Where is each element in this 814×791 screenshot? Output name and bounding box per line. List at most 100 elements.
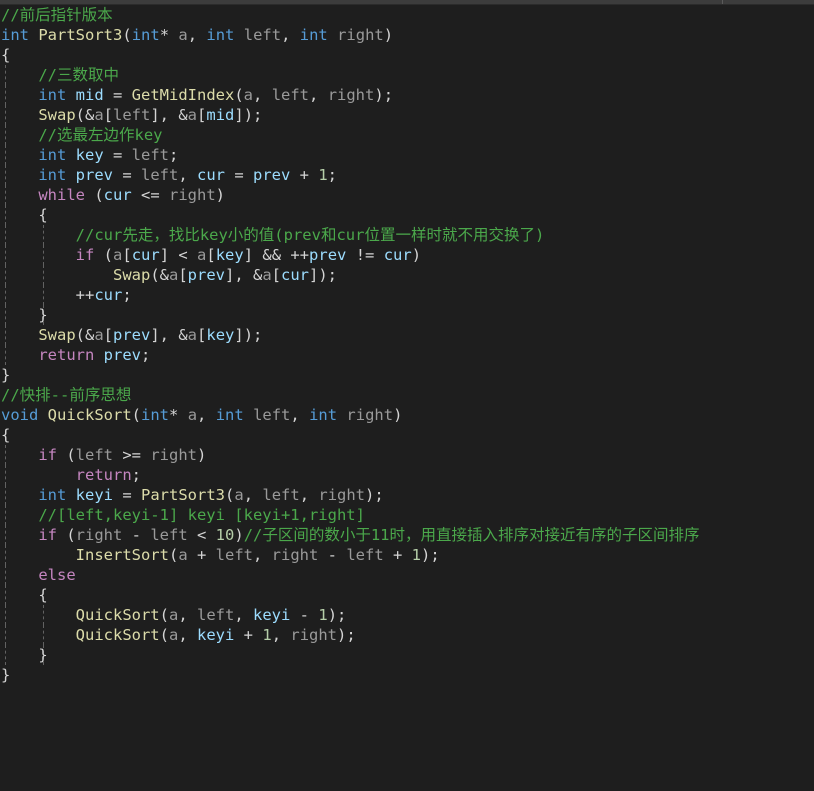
code-line[interactable]: //选最左边作key <box>0 125 814 145</box>
code-token-op <box>1 126 38 144</box>
code-token-op: } <box>1 666 11 684</box>
code-line[interactable]: return; <box>0 465 814 485</box>
code-line[interactable]: { <box>0 205 814 225</box>
code-line[interactable]: int keyi = PartSort3(a, left, right); <box>0 485 814 505</box>
code-line[interactable]: } <box>0 645 814 665</box>
code-token-pm: right <box>337 26 384 44</box>
code-token-op <box>1 226 76 244</box>
code-line[interactable]: Swap(&a[prev], &a[key]); <box>0 325 814 345</box>
code-line[interactable]: ++cur; <box>0 285 814 305</box>
code-line-text: ++cur; <box>0 285 132 305</box>
code-token-op: ]); <box>234 326 263 344</box>
code-line[interactable]: while (cur <= right) <box>0 185 814 205</box>
code-token-ctl: else <box>38 566 76 584</box>
code-line[interactable]: } <box>0 365 814 385</box>
code-token-fn: PartSort3 <box>38 26 123 44</box>
code-line[interactable]: Swap(&a[prev], &a[cur]); <box>0 265 814 285</box>
code-token-op: ], & <box>150 326 188 344</box>
code-token-pm: left <box>215 546 253 564</box>
code-token-op: , <box>178 606 198 624</box>
code-token-op: ( <box>159 626 169 644</box>
code-line-text: { <box>0 205 47 225</box>
code-token-k: int <box>309 406 338 424</box>
code-token-op: ); <box>337 626 356 644</box>
code-token-op <box>1 466 76 484</box>
code-line[interactable]: if (left >= right) <box>0 445 814 465</box>
code-line[interactable]: { <box>0 45 814 65</box>
code-token-fn: QuickSort <box>75 606 160 624</box>
code-line-text: } <box>0 365 10 385</box>
code-line[interactable]: } <box>0 305 814 325</box>
code-token-op: , <box>299 486 319 504</box>
code-token-op <box>1 166 38 184</box>
code-token-var: prev <box>75 166 113 184</box>
code-token-op: } <box>1 366 11 384</box>
code-token-op: = <box>113 486 141 504</box>
code-line[interactable]: { <box>0 585 814 605</box>
code-line[interactable]: int prev = left, cur = prev + 1; <box>0 165 814 185</box>
code-line[interactable]: Swap(&a[left], &a[mid]); <box>0 105 814 125</box>
code-token-op <box>1 606 76 624</box>
code-token-op: = <box>103 86 132 104</box>
code-token-op: [ <box>197 326 207 344</box>
code-token-fn: GetMidIndex <box>131 86 235 104</box>
code-token-fn: InsertSort <box>75 546 169 564</box>
code-line[interactable]: QuickSort(a, keyi + 1, right); <box>0 625 814 645</box>
code-line[interactable]: { <box>0 425 814 445</box>
code-content-area[interactable]: //前后指针版本 int PartSort3(int* a, int left, … <box>0 4 814 791</box>
code-line[interactable]: //快排--前序思想 <box>0 385 814 405</box>
code-token-pm: left <box>141 166 179 184</box>
code-token-op: [ <box>178 266 188 284</box>
code-token-op: [ <box>122 246 132 264</box>
code-token-ctl: if <box>75 246 95 264</box>
code-token-op <box>1 546 76 564</box>
code-token-op <box>169 26 178 44</box>
code-token-op <box>66 486 75 504</box>
code-line[interactable]: else <box>0 565 814 585</box>
code-line[interactable]: InsertSort(a + left, right - left + 1); <box>0 545 814 565</box>
code-line[interactable]: //cur先走，找比key小的值(prev和cur位置一样时就不用交换了) <box>0 225 814 245</box>
code-token-op <box>94 346 103 364</box>
code-token-op: + <box>234 626 263 644</box>
code-line[interactable]: int key = left; <box>0 145 814 165</box>
code-token-op <box>1 626 76 644</box>
code-line[interactable]: //三数取中 <box>0 65 814 85</box>
code-token-var: prev <box>113 326 151 344</box>
code-line[interactable]: return prev; <box>0 345 814 365</box>
code-line[interactable]: int PartSort3(int* a, int left, int righ… <box>0 25 814 45</box>
code-token-op: < <box>187 526 216 544</box>
code-editor-window: //前后指针版本 int PartSort3(int* a, int left, … <box>0 0 814 791</box>
code-token-op <box>1 106 38 124</box>
code-token-fn: QuickSort <box>47 406 132 424</box>
code-token-var: keyi <box>75 486 113 504</box>
code-token-op: , <box>243 486 263 504</box>
code-token-op: ) <box>383 26 394 44</box>
code-token-pm: right <box>150 446 197 464</box>
code-token-op: [ <box>197 106 207 124</box>
code-line[interactable]: if (right - left < 10)//子区间的数小于11时，用直接插入… <box>0 525 814 545</box>
code-line[interactable]: if (a[cur] < a[key] && ++prev != cur) <box>0 245 814 265</box>
code-line[interactable]: } <box>0 665 814 685</box>
code-line[interactable]: QuickSort(a, left, keyi - 1); <box>0 605 814 625</box>
code-token-pm: right <box>327 86 375 104</box>
code-line-text: Swap(&a[prev], &a[cur]); <box>0 265 337 285</box>
code-line[interactable]: //[left,keyi-1] keyi [keyi+1,right] <box>0 505 814 525</box>
code-token-op: ( <box>159 606 169 624</box>
code-line-text: Swap(&a[left], &a[mid]); <box>0 105 262 125</box>
code-line-text: } <box>0 305 47 325</box>
code-line[interactable]: void QuickSort(int* a, int left, int rig… <box>0 405 814 425</box>
code-token-op: { <box>1 46 11 64</box>
code-token-op: ++ <box>1 286 95 304</box>
code-line-text: void QuickSort(int* a, int left, int rig… <box>0 405 402 425</box>
code-line[interactable]: //前后指针版本 <box>0 5 814 25</box>
code-token-var: cur <box>197 166 225 184</box>
code-token-op: * <box>169 406 179 424</box>
code-token-op: ; <box>141 346 151 364</box>
code-line-text: //三数取中 <box>0 65 119 85</box>
code-line[interactable]: int mid = GetMidIndex(a, left, right); <box>0 85 814 105</box>
code-token-op: ) <box>197 446 207 464</box>
code-token-op: , <box>281 26 300 44</box>
code-line-text: //前后指针版本 <box>0 5 113 25</box>
code-line-text: if (left >= right) <box>0 445 206 465</box>
code-token-op: , <box>178 626 198 644</box>
